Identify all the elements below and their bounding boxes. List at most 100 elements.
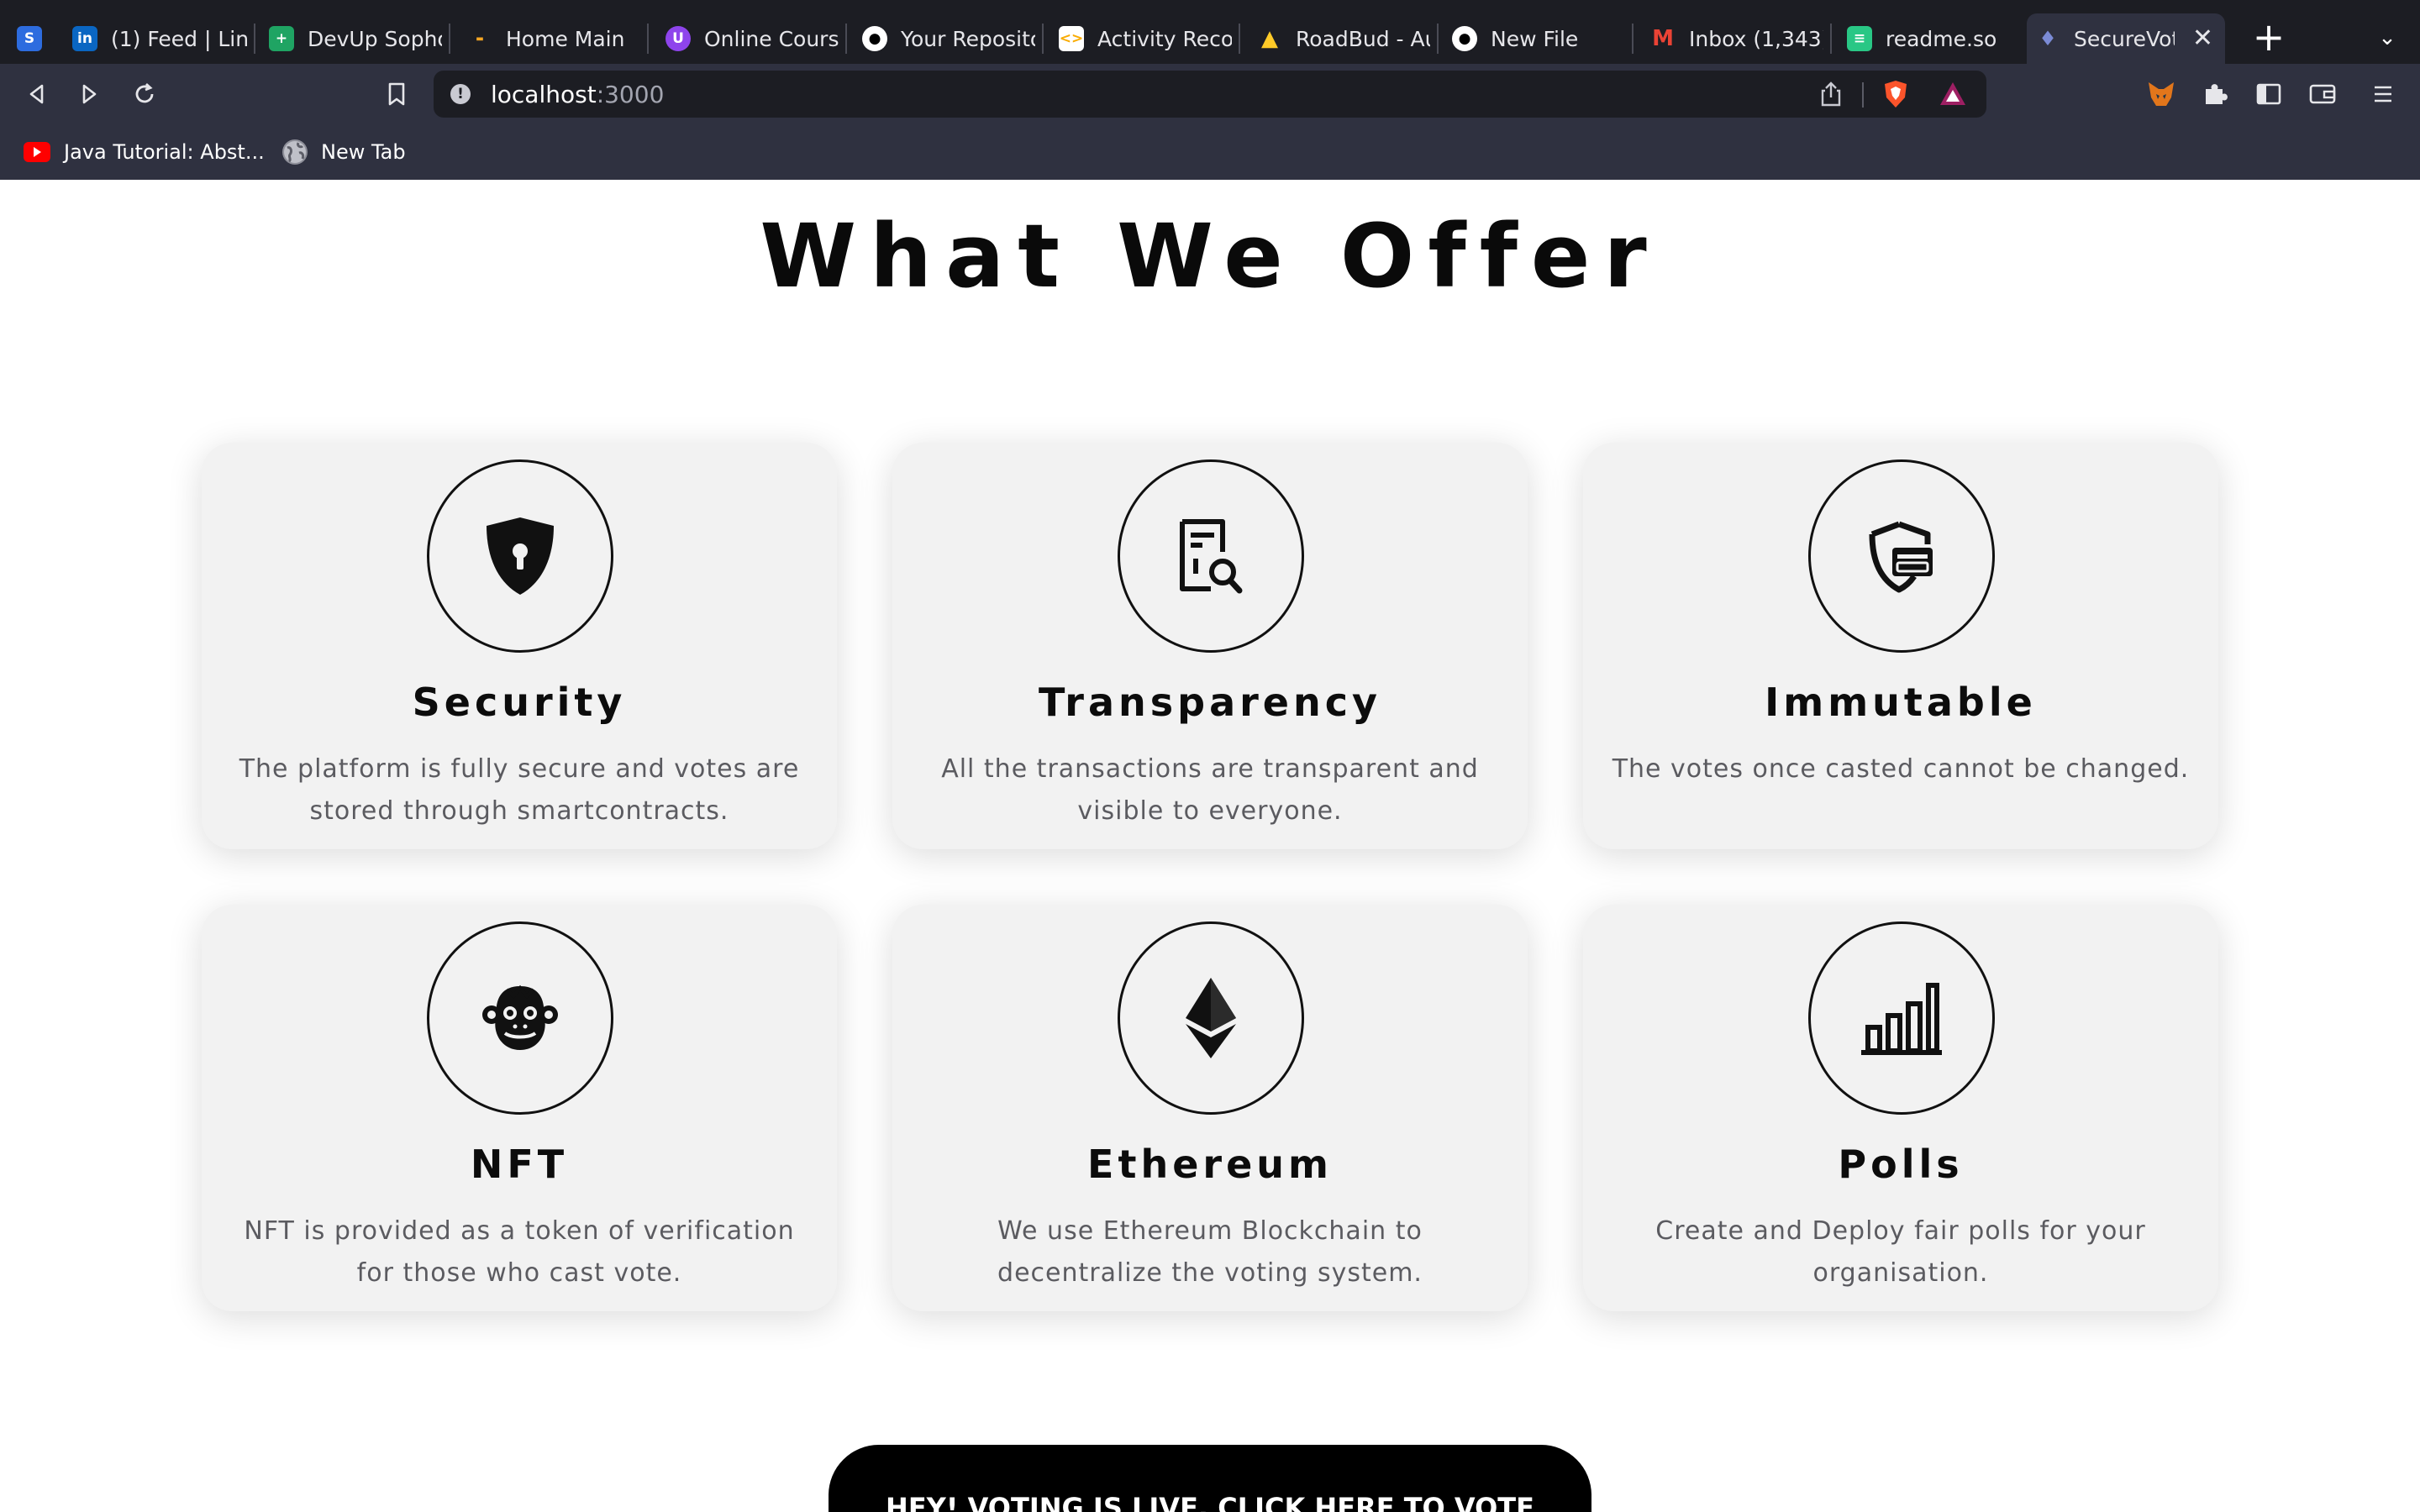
tab-label: Your Repositories (901, 26, 1035, 51)
wallet-icon (2309, 84, 2336, 104)
feature-description: We use Ethereum Blockchain to decentrali… (997, 1216, 1423, 1288)
tab-securevote[interactable]: ♦ SecureVote ✕ (2027, 13, 2225, 64)
vote-now-button[interactable]: HEY! VOTING IS LIVE, CLICK HERE TO VOTE (829, 1445, 1591, 1512)
extensions-button[interactable] (2196, 76, 2233, 113)
tab-online-courses[interactable]: U Online Courses (657, 15, 847, 62)
wallet-button[interactable] (2304, 76, 2341, 113)
feature-title: Immutable (1765, 680, 2037, 725)
bookmark-java-tutorial[interactable]: Java Tutorial: Abst... (24, 138, 265, 166)
tab-search-icon[interactable]: ⌄ (2366, 17, 2408, 59)
shield-card-icon (1869, 521, 1933, 593)
document-search-icon (1180, 519, 1243, 594)
tab-devup[interactable]: + DevUp Sophomores (260, 15, 450, 62)
tab-label: SecureVote (2074, 26, 2175, 51)
readme-icon: ≡ (1847, 26, 1872, 51)
reload-button[interactable] (126, 76, 163, 113)
tab-your-repositories[interactable]: ● Your Repositories (854, 15, 1044, 62)
udemy-icon: U (666, 26, 691, 51)
feature-description: All the transactions are transparent and… (941, 754, 1479, 826)
forward-icon (82, 84, 97, 104)
ethereum-icon (1186, 978, 1236, 1058)
back-icon (29, 84, 44, 104)
tab-label: Inbox (1,343) (1689, 26, 1823, 51)
feature-description: NFT is provided as a token of verificati… (244, 1216, 795, 1288)
feature-icon-circle (427, 921, 613, 1115)
brave-rewards-icon[interactable] (1938, 79, 1968, 109)
bookmark-label: New Tab (321, 140, 406, 164)
course-icon: ▬ (476, 34, 484, 44)
sidebar-button[interactable] (2250, 76, 2287, 113)
new-tab-button[interactable]: + (2245, 15, 2292, 62)
feature-title: Transparency (1038, 680, 1382, 725)
menu-button[interactable] (2365, 76, 2402, 113)
sidebar-icon (2256, 83, 2281, 105)
site-info-icon[interactable]: ! (450, 84, 471, 104)
feature-title: Polls (1838, 1142, 1964, 1187)
tab-inbox[interactable]: M Inbox (1,343) (1642, 15, 1832, 62)
tab-activity-recognition[interactable]: <> Activity Recognition (1050, 15, 1240, 62)
feature-title: NFT (470, 1142, 569, 1187)
feature-description: The votes once casted cannot be changed. (1612, 754, 2190, 784)
bookmark-button[interactable] (378, 76, 415, 113)
youtube-icon (24, 142, 50, 162)
firebase-icon: ▲ (1261, 26, 1278, 51)
gmail-icon: M (1652, 26, 1674, 51)
reload-icon (135, 82, 154, 103)
tab-label: Activity Recognition (1097, 26, 1232, 51)
feature-card-nft: NFT NFT is provided as a token of verifi… (202, 905, 837, 1311)
tab-label: Home Main (506, 26, 625, 51)
url-text: localhost:3000 (491, 81, 665, 108)
tab-label: RoadBud - Auth (1296, 26, 1430, 51)
section-heading: What We Offer (760, 205, 1660, 307)
colab-icon: <> (1059, 26, 1084, 51)
puzzle-icon (2206, 84, 2228, 104)
metamask-button[interactable] (2143, 76, 2180, 113)
feature-description: The platform is fully secure and votes a… (239, 754, 800, 826)
feature-card-ethereum: Ethereum We use Ethereum Blockchain to d… (892, 905, 1528, 1311)
github-icon: ● (1452, 26, 1477, 51)
shield-keyhole-icon (487, 517, 554, 595)
feature-card-immutable: Immutable The votes once casted cannot b… (1583, 443, 2218, 849)
tab-label: readme.so (1886, 26, 1997, 51)
forward-button[interactable] (71, 76, 108, 113)
bar-chart-icon (1861, 983, 1942, 1055)
tab-new-file[interactable]: ● New File (1444, 15, 1634, 62)
feature-title: Security (412, 680, 627, 725)
feature-icon-circle (1118, 459, 1304, 653)
tab-label: New File (1491, 26, 1579, 51)
feature-card-polls: Polls Create and Deploy fair polls for y… (1583, 905, 2218, 1311)
feature-title: Ethereum (1087, 1142, 1333, 1187)
feature-description: Create and Deploy fair polls for your or… (1655, 1216, 2146, 1288)
bookmark-icon (388, 82, 405, 106)
sheets-icon: + (269, 26, 294, 51)
github-icon: ● (862, 26, 887, 51)
ape-icon (482, 984, 558, 1050)
feature-icon-circle (427, 459, 613, 653)
brave-shields-icon[interactable] (1881, 79, 1911, 109)
feature-card-security: Security The platform is fully secure an… (202, 443, 837, 849)
hamburger-icon (2375, 86, 2391, 102)
tab-linkedin[interactable]: in (1) Feed | LinkedIn (64, 15, 255, 62)
browser-toolbar: ! localhost:3000 (0, 64, 2420, 124)
bookmark-new-tab[interactable]: New Tab (282, 138, 406, 166)
globe-icon (282, 139, 308, 165)
stackedit-icon: S (17, 26, 42, 51)
feature-icon-circle (1808, 459, 1995, 653)
tab-readme[interactable]: ≡ readme.so (1839, 15, 2028, 62)
tab-home-main[interactable]: ▬ Home Main (459, 15, 649, 62)
tab-label: DevUp Sophomores (308, 26, 442, 51)
linkedin-icon: in (72, 26, 97, 51)
metamask-icon (2149, 82, 2174, 106)
page-content: What We Offer Security The platform is f… (0, 180, 2420, 1512)
tab-stackedit[interactable]: S (8, 15, 59, 62)
tab-roadbud[interactable]: ▲ RoadBud - Auth (1249, 15, 1439, 62)
bookmark-label: Java Tutorial: Abst... (64, 140, 265, 164)
feature-icon-circle (1118, 921, 1304, 1115)
feature-card-transparency: Transparency All the transactions are tr… (892, 443, 1528, 849)
bookmarks-bar: Java Tutorial: Abst... New Tab (0, 124, 2420, 180)
address-bar[interactable]: ! localhost:3000 (434, 71, 1986, 118)
back-button[interactable] (18, 76, 55, 113)
tab-strip: S in (1) Feed | LinkedIn + DevUp Sophomo… (0, 0, 2420, 64)
close-tab-icon[interactable]: ✕ (2192, 24, 2213, 53)
share-icon[interactable] (1818, 81, 1844, 111)
